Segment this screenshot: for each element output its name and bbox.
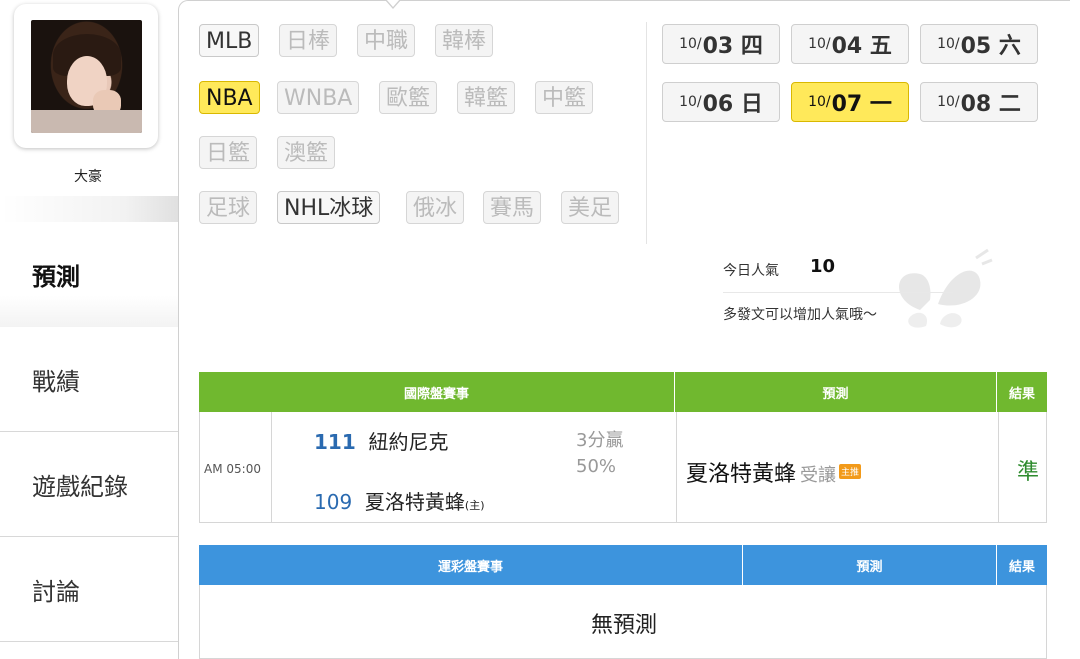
nav-item-record[interactable]: 戰績 <box>0 327 178 432</box>
date-button-1004[interactable]: 10/04 五 <box>791 24 909 64</box>
popularity-label: 今日人氣 <box>723 263 779 279</box>
popularity-divider <box>723 292 953 293</box>
intl-header-prediction: 預測 <box>675 372 997 412</box>
no-prediction-text: 無預測 <box>590 613 657 638</box>
date-prefix: 10/ <box>937 94 960 110</box>
nav-item-discussion[interactable]: 討論 <box>0 537 178 642</box>
sport-chip-wnba[interactable]: WNBA <box>277 81 360 114</box>
sport-chip-cpbl[interactable]: 中職 <box>357 24 416 57</box>
sport-chip-nba[interactable]: NBA <box>199 81 260 114</box>
date-button-1005[interactable]: 10/05 六 <box>920 24 1038 64</box>
avatar-shirt <box>31 110 142 133</box>
home-marker: (主) <box>464 499 485 512</box>
away-team-name: 紐約尼克 <box>368 430 449 454</box>
lottery-header-games: 運彩盤賽事 <box>199 545 743 585</box>
result-accurate: 準 <box>1016 460 1039 485</box>
sport-chip-khl[interactable]: 俄冰 <box>406 191 465 224</box>
date-button-1006[interactable]: 10/06 日 <box>662 82 780 122</box>
intl-header-result: 結果 <box>1008 386 1035 402</box>
date-day: 05 六 <box>960 34 1021 59</box>
nav-shadow <box>0 196 178 222</box>
nav-item-predict[interactable]: 預測 <box>0 222 178 327</box>
date-day: 03 四 <box>702 34 763 59</box>
spread-percent: 50% <box>576 456 617 477</box>
spread-line: 3分贏 <box>576 430 624 451</box>
avatar-card[interactable] <box>14 4 158 148</box>
username[interactable]: 大豪 <box>0 166 176 186</box>
nav-item-game-history[interactable]: 遊戲紀錄 <box>0 432 178 537</box>
date-button-1003[interactable]: 10/03 四 <box>662 24 780 64</box>
away-team-number: 111 <box>314 430 356 454</box>
date-prefix: 10/ <box>937 36 960 52</box>
sport-chip-nhl[interactable]: NHL冰球 <box>277 191 381 224</box>
date-prefix: 10/ <box>679 94 702 110</box>
popularity-note: 多發文可以增加人氣哦～ <box>723 307 877 323</box>
avatar[interactable] <box>31 20 142 133</box>
popularity-value: 10 <box>810 256 836 277</box>
main-pick-badge: 主推 <box>839 464 862 479</box>
date-prefix: 10/ <box>808 94 831 110</box>
date-day: 07 一 <box>831 92 892 117</box>
sport-chip-euro-basketball[interactable]: 歐籃 <box>379 81 438 114</box>
date-day: 08 二 <box>960 92 1021 117</box>
lottery-header-prediction: 預測 <box>743 545 997 585</box>
sport-chip-npb[interactable]: 日棒 <box>279 24 338 57</box>
pick-team: 夏洛特黃蜂 <box>686 462 797 487</box>
lottery-table-body: 無預測 <box>199 585 1047 659</box>
sport-chip-horse-racing[interactable]: 賽馬 <box>483 191 542 224</box>
home-team-name: 夏洛特黃蜂 <box>364 490 465 514</box>
game-time: AM 05:00 <box>204 462 261 476</box>
sport-chip-soccer[interactable]: 足球 <box>199 191 258 224</box>
panel-pointer <box>385 0 401 9</box>
table-row[interactable]: AM 05:00 111 紐約尼克 109 夏洛特黃蜂(主) 3分贏 50% 夏… <box>199 412 1047 523</box>
date-day: 04 五 <box>831 34 892 59</box>
sport-chip-mlb[interactable]: MLB <box>199 24 260 57</box>
date-prefix: 10/ <box>679 36 702 52</box>
column-separator <box>998 412 999 522</box>
home-team[interactable]: 109 夏洛特黃蜂(主) <box>314 486 485 515</box>
intl-table-header: 國際盤賽事 預測 結果 <box>199 372 1047 412</box>
sport-chip-japan-basketball[interactable]: 日籃 <box>199 136 258 169</box>
intl-header-games: 國際盤賽事 <box>199 372 675 412</box>
butterfly-watermark-icon <box>898 248 993 328</box>
sport-chip-kbo[interactable]: 韓棒 <box>435 24 494 57</box>
sport-chip-nfl[interactable]: 美足 <box>561 191 620 224</box>
sport-chip-china-basketball[interactable]: 中籃 <box>535 81 594 114</box>
intl-odds-table: 國際盤賽事 預測 結果 AM 05:00 111 紐約尼克 109 夏洛特黃蜂(… <box>199 372 1047 523</box>
lottery-header-result: 結果 <box>1008 559 1035 575</box>
prediction-pick: 夏洛特黃蜂 受讓 主推 <box>686 456 862 488</box>
sidebar: 大豪 預測 戰績 遊戲紀錄 討論 <box>0 0 178 659</box>
column-separator <box>271 412 272 522</box>
date-prefix: 10/ <box>808 36 831 52</box>
column-separator <box>676 412 677 522</box>
lottery-odds-table: 運彩盤賽事 預測 結果 無預測 <box>199 545 1047 659</box>
date-button-1007[interactable]: 10/07 一 <box>791 82 909 122</box>
date-day: 06 日 <box>702 92 763 117</box>
pick-side: 受讓 <box>800 465 837 486</box>
home-team-number: 109 <box>314 490 353 514</box>
sport-chip-korea-basketball[interactable]: 韓籃 <box>457 81 516 114</box>
sport-chip-aus-basketball[interactable]: 澳籃 <box>277 136 336 169</box>
away-team[interactable]: 111 紐約尼克 <box>314 426 448 455</box>
filter-divider <box>646 22 647 244</box>
lottery-table-header: 運彩盤賽事 預測 結果 <box>199 545 1047 585</box>
date-button-1008[interactable]: 10/08 二 <box>920 82 1038 122</box>
